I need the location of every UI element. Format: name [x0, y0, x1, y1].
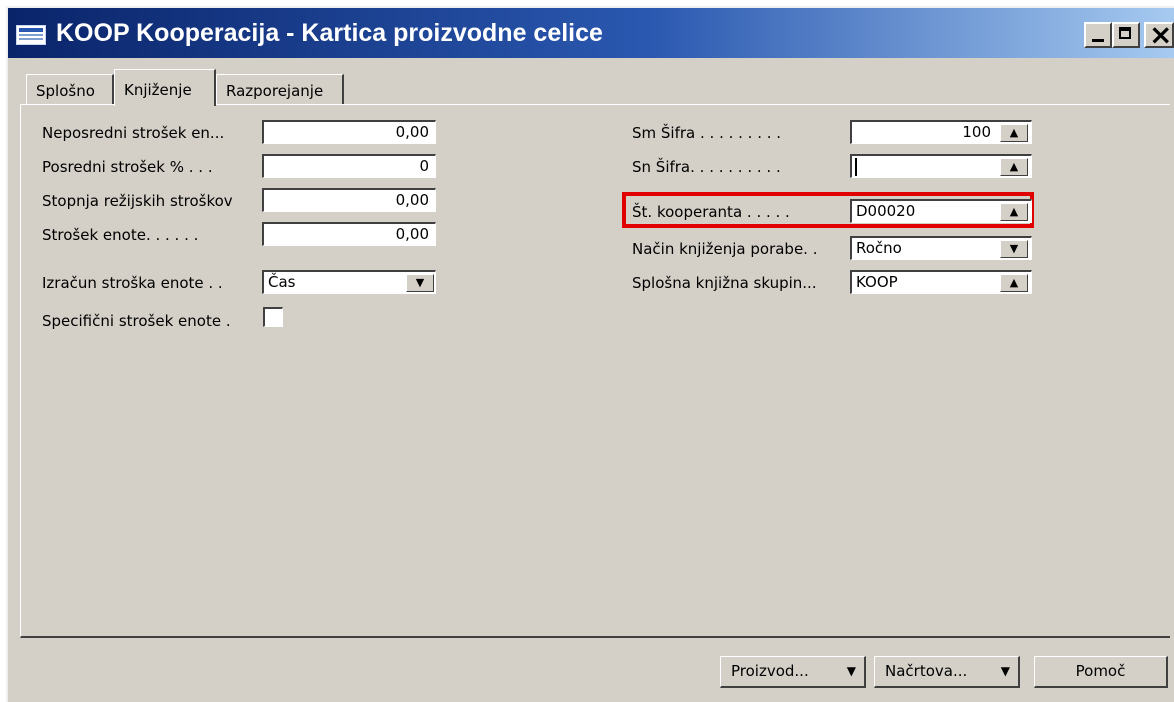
dimension1-code-label: Sm Šifra . . . . . . . . .: [632, 124, 782, 142]
tab-label: Razporejanje: [226, 82, 324, 100]
lookup-arrow-icon: ▲: [1009, 126, 1019, 139]
window-title: KOOP Kooperacija - Kartica proizvodne ce…: [56, 19, 603, 47]
gen-prod-posting-group-label: Splošna knjižna skupin...: [632, 274, 817, 292]
overhead-rate-label: Stopnja režijskih stroškov: [42, 192, 233, 210]
planning-menu-button[interactable]: Načrtova... ▼: [874, 656, 1020, 688]
dropdown-value: Ročno: [856, 239, 902, 257]
dimension2-code-field[interactable]: ▲: [850, 154, 1032, 178]
button-label: Pomoč: [1075, 662, 1126, 680]
flushing-method-dropdown[interactable]: Ročno ▼: [850, 236, 1032, 260]
button-label: Proizvod...: [731, 662, 809, 680]
indirect-cost-field[interactable]: 0: [262, 154, 436, 178]
maximize-button[interactable]: [1112, 22, 1140, 48]
field-value: KOOP: [856, 273, 898, 291]
indirect-cost-label: Posredni strošek % . . .: [42, 158, 213, 176]
flushing-method-label: Način knjiženja porabe. .: [632, 240, 818, 258]
help-button[interactable]: Pomoč: [1034, 656, 1168, 688]
minimize-button[interactable]: [1084, 22, 1112, 48]
specific-unit-cost-label: Specifični strošek enote .: [42, 312, 231, 330]
production-menu-button[interactable]: Proizvod... ▼: [720, 656, 866, 688]
lookup-button[interactable]: ▲: [1000, 274, 1028, 292]
title-bar[interactable]: KOOP Kooperacija - Kartica proizvodne ce…: [8, 8, 1174, 58]
dropdown-arrow-button[interactable]: ▼: [406, 274, 434, 292]
tab-razporejanje[interactable]: Razporejanje: [216, 74, 344, 104]
overhead-rate-field[interactable]: 0,00: [262, 188, 436, 212]
subcontractor-no-field[interactable]: D00020 ▲: [850, 199, 1032, 223]
unit-cost-calculation-dropdown[interactable]: Čas ▼: [262, 270, 436, 294]
tab-label: Knjiženje: [124, 81, 192, 99]
gen-prod-posting-group-field[interactable]: KOOP ▲: [850, 270, 1032, 294]
unit-cost-calculation-label: Izračun stroška enote . .: [42, 274, 223, 292]
direct-unit-cost-label: Neposredni strošek en...: [42, 124, 225, 142]
chevron-down-icon: ▼: [1000, 664, 1010, 678]
close-button[interactable]: [1144, 18, 1174, 51]
form-icon: [16, 25, 46, 45]
dropdown-value: Čas: [268, 273, 296, 291]
field-value: D00020: [856, 202, 916, 220]
lookup-arrow-icon: ▲: [1009, 276, 1019, 289]
dimension2-code-label: Sn Šifra. . . . . . . . . .: [632, 158, 781, 176]
tab-splosno[interactable]: Splošno: [26, 74, 114, 104]
chevron-down-icon: ▼: [846, 664, 856, 678]
unit-cost-label: Strošek enote. . . . . .: [42, 226, 199, 244]
lookup-button[interactable]: ▲: [1000, 158, 1028, 176]
lookup-button[interactable]: ▲: [1000, 124, 1028, 142]
chevron-down-icon: ▼: [1009, 242, 1019, 255]
unit-cost-field[interactable]: 0,00: [262, 222, 436, 246]
field-value: 100: [962, 123, 991, 141]
text-cursor: [855, 158, 857, 176]
direct-unit-cost-field[interactable]: 0,00: [262, 120, 436, 144]
lookup-button[interactable]: ▲: [1000, 203, 1028, 221]
dimension1-code-field[interactable]: 100 ▲: [850, 120, 1032, 144]
tab-label: Splošno: [36, 82, 95, 100]
chevron-down-icon: ▼: [415, 276, 425, 289]
lookup-arrow-icon: ▲: [1009, 205, 1019, 218]
tab-panel: [20, 104, 1170, 638]
lookup-arrow-icon: ▲: [1009, 160, 1019, 173]
button-label: Načrtova...: [885, 662, 968, 680]
subcontractor-no-label: Št. kooperanta . . . . .: [632, 203, 790, 221]
dropdown-arrow-button[interactable]: ▼: [1000, 240, 1028, 258]
tab-knjizenje[interactable]: Knjiženje: [114, 69, 216, 106]
specific-unit-cost-checkbox[interactable]: [263, 307, 283, 327]
